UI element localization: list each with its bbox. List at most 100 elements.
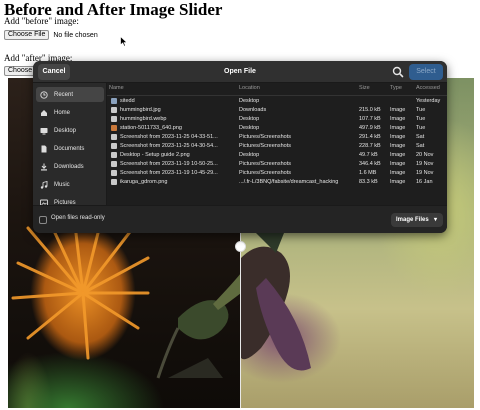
clock-icon <box>40 90 48 99</box>
sidebar-item-desktop[interactable]: Desktop <box>36 123 104 138</box>
cancel-button[interactable]: Cancel <box>38 64 70 80</box>
column-header-name[interactable]: Name <box>109 85 124 91</box>
file-location: Downloads <box>239 107 267 113</box>
file-name: Screenshot from 2023-11-25 04-33-51... <box>120 134 218 140</box>
before-choose-file-button[interactable]: Choose File <box>4 30 50 40</box>
file-accessed: Tue <box>416 107 426 113</box>
file-type: Image <box>390 116 406 122</box>
file-location: Pictures/Screenshots <box>239 134 291 140</box>
read-only-checkbox[interactable] <box>39 216 47 224</box>
file-accessed: Sat <box>416 143 425 149</box>
file-row[interactable]: Screenshot from 2023-11-25 04-30-54... Pi… <box>107 142 447 151</box>
file-name: station-5011733_640.png <box>120 125 182 131</box>
file-size: 49.7 kB <box>359 152 378 158</box>
file-type: Image <box>390 107 406 113</box>
read-only-label: Open files read-only <box>51 215 105 221</box>
music-icon <box>40 180 48 189</box>
slider-handle[interactable] <box>235 241 246 252</box>
file-size: 497.9 kB <box>359 125 381 131</box>
file-type: Image <box>390 125 406 131</box>
file-size: 107.7 kB <box>359 116 381 122</box>
sidebar-item-label: Documents <box>54 145 85 152</box>
file-location: Desktop <box>239 125 260 131</box>
file-name: Screenshot from 2023-11-19 10-50-25... <box>120 161 218 167</box>
image-file-icon <box>111 116 117 122</box>
sidebar-item-music[interactable]: Music <box>36 177 104 192</box>
file-row[interactable]: Screenshot from 2023-11-19 10-45-29... Pi… <box>107 169 447 178</box>
documents-icon <box>41 145 47 152</box>
file-list[interactable]: Name Location Size Type Accessed sitedd D… <box>107 83 447 205</box>
sidebar-item-recent[interactable]: Recent <box>36 87 104 102</box>
sidebar-item-label: Desktop <box>54 127 77 134</box>
file-name: hummingbird.webp <box>120 116 167 122</box>
sidebar-item-label: Home <box>54 109 71 116</box>
image-file-icon <box>111 134 117 140</box>
image-file-icon <box>111 170 117 176</box>
file-location: Pictures/Screenshots <box>239 161 291 167</box>
file-accessed: Tue <box>416 125 426 131</box>
image-file-icon <box>111 143 117 149</box>
dialog-title: Open File <box>224 68 256 75</box>
file-type: Image <box>390 152 406 158</box>
sidebar-item-downloads[interactable]: Downloads <box>36 159 104 174</box>
file-accessed: Sat <box>416 134 425 140</box>
file-location: Desktop <box>239 98 260 104</box>
sidebar-item-label: Recent <box>54 91 74 98</box>
file-size: 291.4 kB <box>359 134 381 140</box>
dialog-footer: Open files read-only Image Files ▾ <box>33 205 447 233</box>
file-size: 346.4 kB <box>359 161 381 167</box>
file-accessed: 16 Jan <box>416 179 433 185</box>
before-image-label: Add "before" image: <box>4 16 79 26</box>
file-name: hummingbird.jpg <box>120 107 161 113</box>
file-row[interactable]: sitedd Desktop Yesterday <box>107 97 447 106</box>
file-location: Pictures/Screenshots <box>239 170 291 176</box>
desktop-icon <box>40 127 48 134</box>
before-no-file-text: No file chosen <box>53 31 98 39</box>
file-name: Screenshot from 2023-11-19 10-45-29... <box>120 170 218 176</box>
file-row[interactable]: Screenshot from 2023-11-19 10-50-25... Pi… <box>107 160 447 169</box>
file-size: 215.0 kB <box>359 107 381 113</box>
sidebar-item-documents[interactable]: Documents <box>36 141 104 156</box>
header-separator <box>107 95 447 96</box>
select-button[interactable]: Select <box>409 64 443 80</box>
file-accessed: Yesterday <box>416 98 441 104</box>
file-type: Image <box>390 134 406 140</box>
sidebar-item-home[interactable]: Home <box>36 105 104 120</box>
image-file-icon <box>111 179 117 185</box>
column-header-location[interactable]: Location <box>239 85 260 91</box>
file-row[interactable]: Screenshot from 2023-11-25 04-33-51... Pi… <box>107 133 447 142</box>
file-type: Image <box>390 161 406 167</box>
dialog-header-bar: Cancel Open File Select <box>33 61 447 83</box>
file-row[interactable]: station-5011733_640.png Desktop 497.9 kB Im… <box>107 124 447 133</box>
folder-icon <box>111 98 117 104</box>
sidebar-item-label: Music <box>54 181 70 188</box>
file-row[interactable]: hummingbird.jpg Downloads 215.0 kB Image Tue <box>107 106 447 115</box>
chevron-down-icon: ▾ <box>433 217 437 223</box>
column-header-type[interactable]: Type <box>390 85 402 91</box>
file-name: Desktop - Setup guide 2.png <box>120 152 190 158</box>
file-type-filter-dropdown[interactable]: Image Files ▾ <box>391 213 443 227</box>
search-icon[interactable] <box>391 65 405 79</box>
file-location: Pictures/Screenshots <box>239 143 291 149</box>
image-file-icon <box>111 107 117 113</box>
file-size: 83.3 kB <box>359 179 378 185</box>
column-header-size[interactable]: Size <box>359 85 370 91</box>
column-header-accessed[interactable]: Accessed <box>416 85 440 91</box>
file-row[interactable]: ikaruga_gdrom.png .../.fr-L/3BNQ/fabsite/… <box>107 178 447 187</box>
file-row[interactable]: hummingbird.webp Desktop 107.7 kB Image Tue <box>107 115 447 124</box>
sidebar-item-label: Downloads <box>54 163 84 170</box>
filter-label: Image Files <box>396 217 429 223</box>
before-file-input[interactable]: Choose File No file chosen <box>4 30 98 40</box>
image-thumb-icon <box>111 125 117 131</box>
file-accessed: 20 Nov <box>416 152 434 158</box>
file-location: Desktop <box>239 116 260 122</box>
file-row[interactable]: Desktop - Setup guide 2.png Desktop 49.7 k… <box>107 151 447 160</box>
file-name: ikaruga_gdrom.png <box>120 179 168 185</box>
file-accessed: 19 Nov <box>416 161 434 167</box>
file-name: sitedd <box>120 98 135 104</box>
places-sidebar: Recent Home Desktop Documents Downloads … <box>33 83 107 206</box>
file-name: Screenshot from 2023-11-25 04-30-54... <box>120 143 218 149</box>
download-icon <box>41 163 47 170</box>
file-accessed: 19 Nov <box>416 170 434 176</box>
file-size: 228.7 kB <box>359 143 381 149</box>
